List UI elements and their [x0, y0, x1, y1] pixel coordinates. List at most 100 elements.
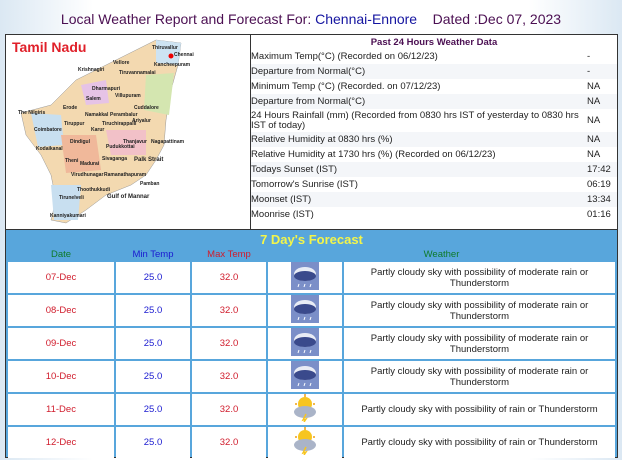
forecast-max-temp: 32.0	[192, 394, 266, 425]
forecast-row: 07-Dec 25.0 32.0 Partly cloudy sky with pos…	[8, 262, 615, 293]
forecast-weather: Partly cloudy sky with possibility of mo…	[344, 295, 615, 326]
past-24h-table: Past 24 Hours Weather Data Maximum Temp(…	[251, 35, 617, 222]
forecast-row: 08-Dec 25.0 32.0 Partly cloudy sky with pos…	[8, 295, 615, 326]
forecast-weather: Partly cloudy sky with possibility of ra…	[344, 394, 615, 425]
forecast-panel: 7 Day's Forecast Date Min Temp Max Temp …	[5, 229, 618, 458]
forecast-max-temp: 32.0	[192, 295, 266, 326]
forecast-weather: Partly cloudy sky with possibility of mo…	[344, 361, 615, 392]
map-label: Nagapattinam	[151, 139, 185, 145]
past-24h-row: Moonset (IST) 13:34	[251, 192, 617, 207]
col-min-temp: Min Temp	[132, 249, 174, 260]
tamil-nadu-map: Tamil Nadu Thiruvallur Chennai Vellore Kanc…	[6, 35, 251, 229]
forecast-row: 11-Dec 25.0 32.0 Partly cloudy sky with pos…	[8, 394, 615, 425]
forecast-date: 09-Dec	[8, 328, 114, 359]
col-weather: Weather	[423, 249, 460, 260]
row-label: Moonset (IST)	[251, 194, 312, 205]
rain-cloud-icon	[268, 361, 342, 392]
map-label: Ramanathapuram	[104, 172, 147, 178]
past-24h-title: Past 24 Hours Weather Data	[370, 37, 498, 48]
forecast-date: 10-Dec	[8, 361, 114, 392]
forecast-weather: Partly cloudy sky with possibility of mo…	[344, 328, 615, 359]
map-label: Gulf of Mannar	[107, 194, 150, 200]
forecast-row: 10-Dec 25.0 32.0 Partly cloudy sky with pos…	[8, 361, 615, 392]
forecast-title: 7 Day's Forecast	[260, 232, 363, 247]
map-label: Kanniyakumari	[50, 213, 86, 219]
row-value: NA	[587, 81, 601, 92]
title-prefix: Local Weather Report and Forecast For:	[60, 11, 316, 27]
forecast-row: 12-Dec 25.0 32.0 Partly cloudy sky with pos…	[8, 427, 615, 458]
past-24h-row: Tomorrow's Sunrise (IST) 06:19	[251, 177, 617, 192]
report-date: Dated :Dec 07, 2023	[432, 11, 562, 27]
col-date: Date	[50, 249, 72, 260]
map-label: Theni	[65, 158, 79, 164]
row-value: -	[587, 51, 591, 62]
forecast-date: 12-Dec	[8, 427, 114, 458]
past-24h-row: Departure from Normal(°C) -	[251, 64, 617, 79]
past-24h-row: Moonrise (IST) 01:16	[251, 207, 617, 222]
forecast-date: 08-Dec	[8, 295, 114, 326]
chennai-marker	[168, 53, 174, 59]
row-label: Moonrise (IST)	[251, 209, 314, 220]
rain-cloud-icon	[268, 295, 342, 326]
row-value: 01:16	[587, 209, 611, 220]
map-label: Tiruppur	[64, 121, 85, 127]
past-24h-row: Relative Humidity at 1730 hrs (%) (Recor…	[251, 147, 617, 162]
row-label: Relative Humidity at 1730 hrs (%) (Recor…	[251, 149, 496, 160]
row-label: Departure from Normal(°C)	[251, 96, 366, 107]
row-label: Todays Sunset (IST)	[251, 164, 338, 175]
forecast-row: 09-Dec 25.0 32.0 Partly cloudy sky with pos…	[8, 328, 615, 359]
forecast-max-temp: 32.0	[192, 427, 266, 458]
station-name: Chennai-Ennore	[315, 11, 418, 27]
map-label: Dindigul	[70, 139, 90, 145]
map-label: Pudukkottai	[106, 144, 135, 150]
map-label: Karur	[91, 127, 105, 133]
page-title: Local Weather Report and Forecast For: C…	[0, 11, 622, 27]
row-label: Relative Humidity at 0830 hrs (%)	[251, 134, 393, 145]
forecast-date: 07-Dec	[8, 262, 114, 293]
forecast-min-temp: 25.0	[116, 328, 190, 359]
forecast-table: Date Min Temp Max Temp Weather 07-Dec 25.…	[6, 247, 617, 460]
past-24h-row: Relative Humidity at 0830 hrs (%) NA	[251, 132, 617, 147]
map-label: Erode	[63, 105, 78, 111]
map-title: Tamil Nadu	[12, 39, 87, 55]
map-label: Thoothukkudi	[77, 187, 111, 193]
map-label: Vellore	[113, 60, 130, 66]
map-label: Tirunelveli	[59, 195, 84, 201]
map-label: Thiruvallur	[152, 45, 178, 51]
sun-thunder-cloud-icon	[268, 394, 342, 425]
row-value: NA	[587, 134, 601, 145]
past-24h-row: Departure from Normal(°C) NA	[251, 94, 617, 109]
map-label: Madurai	[80, 161, 100, 167]
map-label: The Nilgiris	[18, 110, 46, 116]
forecast-min-temp: 25.0	[116, 295, 190, 326]
row-value: -	[587, 66, 591, 77]
row-value: NA	[587, 149, 601, 160]
forecast-max-temp: 32.0	[192, 328, 266, 359]
past-24h-row: Todays Sunset (IST) 17:42	[251, 162, 617, 177]
past-24h-row: Minimum Temp (°C) (Recorded. on 07/12/23…	[251, 79, 617, 94]
row-value: 13:34	[587, 194, 611, 205]
map-label: Palk Strait	[134, 157, 164, 163]
forecast-weather: Partly cloudy sky with possibility of mo…	[344, 262, 615, 293]
map-label: Krishnagiri	[78, 67, 105, 73]
sun-thunder-cloud-icon	[268, 427, 342, 458]
row-label: Tomorrow's Sunrise (IST)	[251, 179, 358, 190]
map-label: Cuddalore	[134, 105, 159, 111]
forecast-weather: Partly cloudy sky with possibility of ra…	[344, 427, 615, 458]
forecast-date: 11-Dec	[8, 394, 114, 425]
rain-cloud-icon	[268, 328, 342, 359]
row-value: NA	[587, 114, 601, 126]
row-label: Maximum Temp(°C) (Recorded on 06/12/23)	[251, 51, 438, 62]
row-label: Departure from Normal(°C)	[251, 66, 366, 77]
forecast-max-temp: 32.0	[192, 262, 266, 293]
row-value: 17:42	[587, 164, 611, 175]
rain-cloud-icon	[268, 262, 342, 293]
row-value: 06:19	[587, 179, 611, 190]
map-label: Kodaikanal	[36, 146, 63, 152]
map-label: Namakkal	[85, 112, 109, 118]
row-label: Minimum Temp (°C) (Recorded. on 07/12/23…	[251, 81, 441, 92]
map-label: Kancheepuram	[154, 62, 191, 68]
map-label: Salem	[86, 96, 101, 102]
past-24h-row: Maximum Temp(°C) (Recorded on 06/12/23) -	[251, 49, 617, 64]
current-panel: Tamil Nadu Thiruvallur Chennai Vellore Kanc…	[5, 34, 618, 230]
